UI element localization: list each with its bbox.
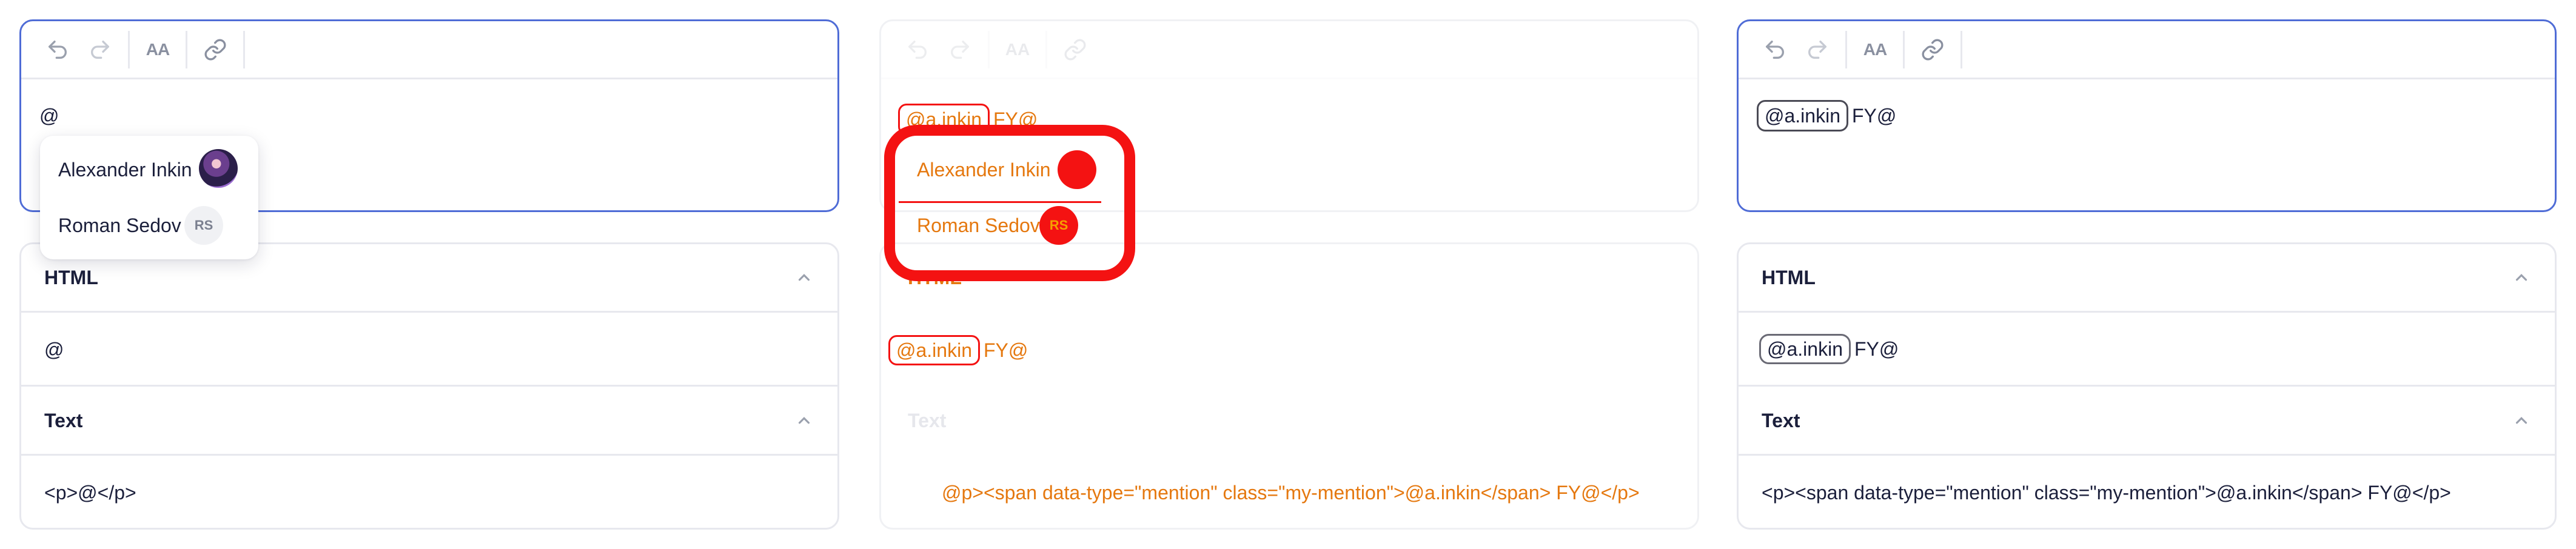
output-card: HTML @a.inkin FY@ Text @p><span data-type… (879, 242, 1699, 530)
chevron-up-icon (798, 417, 810, 424)
output-card: HTML @a.inkin FY@ Text <p><span data-type… (1737, 242, 2557, 530)
mention-option[interactable]: Roman Sedov RS (40, 196, 258, 257)
link-button[interactable] (196, 30, 235, 69)
toolbar-divider (988, 30, 990, 68)
editor-text: @ (39, 105, 59, 127)
toolbar-divider (1845, 30, 1847, 68)
text-section-title: Text (44, 409, 83, 431)
mention-option-name: Alexander Inkin (917, 159, 1051, 181)
font-size-label: AA (1005, 39, 1030, 59)
divider (1739, 454, 2555, 456)
chevron-up-icon (798, 274, 810, 281)
toolbar-divider (128, 30, 130, 68)
html-section-header[interactable]: HTML (1739, 244, 2555, 311)
html-trailing-text: FY@ (1854, 338, 1899, 360)
divider (1739, 385, 2555, 387)
redo-button (941, 30, 979, 69)
mention-option-name: Alexander Inkin (58, 159, 192, 181)
editor-toolbar: AA (21, 21, 837, 79)
mention-dropdown: Alexander Inkin Roman Sedov RS (899, 136, 1101, 259)
text-value: <p>@</p> (44, 482, 136, 504)
toolbar-divider (1961, 30, 1962, 68)
text-section-header[interactable]: Text (21, 387, 837, 454)
divider (1739, 311, 2555, 313)
html-section-title: HTML (44, 266, 98, 288)
link-icon (1064, 39, 1086, 60)
avatar: RS (184, 206, 223, 245)
redo-icon (951, 40, 969, 59)
html-section-title: HTML (1762, 266, 1816, 288)
toolbar-divider (186, 30, 187, 68)
mention-option-name: Roman Sedov (917, 215, 1040, 236)
divider (21, 454, 837, 456)
redo-icon (91, 40, 109, 59)
editor-toolbar: AA (881, 21, 1697, 79)
link-button (1056, 30, 1095, 69)
left-panel: AA @ HTML @ Text <p>@</p> Alexander Inki… (0, 0, 847, 549)
font-size-button[interactable]: AA (1856, 30, 1894, 69)
chevron-up-icon (2515, 274, 2527, 281)
toolbar-divider (1045, 30, 1047, 68)
undo-button[interactable] (1756, 30, 1794, 69)
toolbar-divider (243, 30, 245, 68)
right-panel: AA @a.inkin FY@ HTML @a.inkin FY@ Text <p>… (1717, 0, 2564, 549)
editor-content[interactable]: @a.inkin FY@ (1757, 100, 1896, 131)
undo-button[interactable] (38, 30, 77, 69)
mention-option: Alexander Inkin (899, 136, 1101, 196)
mention-option[interactable]: Alexander Inkin (40, 136, 258, 196)
font-size-button: AA (998, 30, 1037, 69)
mention-chip: @a.inkin (1759, 334, 1851, 364)
font-size-label: AA (146, 39, 170, 59)
editor[interactable]: AA @a.inkin FY@ (1737, 19, 2557, 212)
font-size-button[interactable]: AA (138, 30, 177, 69)
divider (21, 311, 837, 313)
link-button[interactable] (1913, 30, 1952, 69)
html-value: @a.inkin FY@ (888, 335, 1028, 365)
avatar (199, 149, 238, 188)
avatar: RS (1039, 206, 1078, 245)
text-section-header[interactable]: Text (1739, 387, 2555, 454)
undo-button (898, 30, 937, 69)
link-icon (1922, 39, 1944, 60)
redo-button[interactable] (1798, 30, 1837, 69)
editor-trailing-text: FY@ (1851, 105, 1897, 127)
text-section-title: Text (1762, 409, 1800, 431)
editor-toolbar: AA (1739, 21, 2555, 79)
mention-dropdown: Alexander Inkin Roman Sedov RS (40, 136, 258, 259)
undo-icon (1766, 40, 1784, 59)
undo-icon (908, 40, 927, 59)
avatar (1058, 150, 1096, 189)
mention-chip: @a.inkin (888, 335, 980, 365)
undo-icon (49, 40, 67, 59)
redo-icon (1808, 40, 1826, 59)
divider (21, 385, 837, 387)
html-trailing-text: FY@ (983, 339, 1028, 361)
link-icon (204, 39, 226, 60)
mention-option: Roman Sedov RS (899, 196, 1101, 257)
chevron-up-icon (2515, 417, 2527, 424)
text-section-header: Text (885, 387, 1697, 454)
html-value: @a.inkin FY@ (1759, 334, 1899, 364)
text-section-title: Text (908, 409, 947, 431)
output-card: HTML @ Text <p>@</p> (19, 242, 839, 530)
mention-chip: @a.inkin (1757, 100, 1848, 131)
font-size-label: AA (1863, 39, 1887, 59)
text-value: @p><span data-type="mention" class="my-m… (942, 482, 1640, 504)
redo-button[interactable] (81, 30, 119, 69)
middle-panel: AA @a.inkin FY@ HTML @a.inkin FY@ Text @p>… (861, 0, 1708, 549)
text-value: <p><span data-type="mention" class="my-m… (1762, 482, 2451, 504)
mention-option-name: Roman Sedov (58, 215, 181, 236)
html-value: @ (44, 339, 64, 361)
toolbar-divider (1903, 30, 1905, 68)
editor-content[interactable]: @ (39, 104, 59, 128)
